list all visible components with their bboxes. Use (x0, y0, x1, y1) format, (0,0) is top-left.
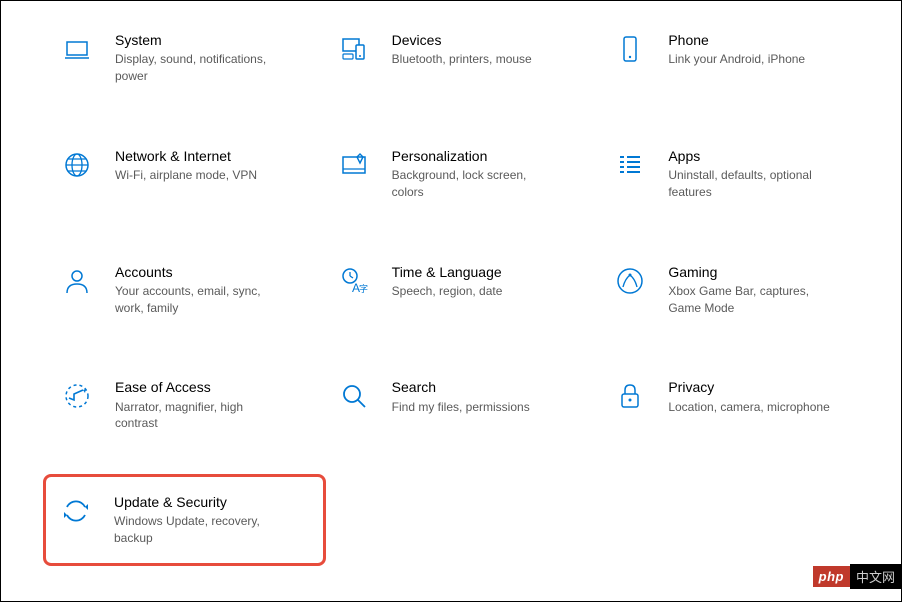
category-title: Apps (668, 147, 838, 165)
category-text: Network & Internet Wi-Fi, airplane mode, … (115, 147, 257, 184)
privacy-icon (612, 378, 648, 414)
ease-of-access-icon (59, 378, 95, 414)
category-text: Accounts Your accounts, email, sync, work… (115, 263, 285, 317)
category-title: Gaming (668, 263, 838, 281)
watermark-right: 中文网 (850, 564, 901, 589)
accounts-icon (59, 263, 95, 299)
category-title: Accounts (115, 263, 285, 281)
category-subtitle: Narrator, magnifier, high contrast (115, 399, 285, 433)
category-title: Personalization (392, 147, 562, 165)
category-text: System Display, sound, notifications, pow… (115, 31, 285, 85)
category-text: Gaming Xbox Game Bar, captures, Game Mode (668, 263, 838, 317)
settings-category-personalization[interactable]: Personalization Background, lock screen, … (332, 143, 591, 205)
category-subtitle: Link your Android, iPhone (668, 51, 805, 68)
category-title: System (115, 31, 285, 49)
category-text: Ease of Access Narrator, magnifier, high … (115, 378, 285, 432)
settings-category-network[interactable]: Network & Internet Wi-Fi, airplane mode, … (55, 143, 314, 205)
settings-category-privacy[interactable]: Privacy Location, camera, microphone (608, 374, 867, 436)
settings-category-accounts[interactable]: Accounts Your accounts, email, sync, work… (55, 259, 314, 321)
system-icon (59, 31, 95, 67)
personalization-icon (336, 147, 372, 183)
category-subtitle: Display, sound, notifications, power (115, 51, 285, 85)
category-subtitle: Wi-Fi, airplane mode, VPN (115, 167, 257, 184)
settings-category-gaming[interactable]: Gaming Xbox Game Bar, captures, Game Mode (608, 259, 867, 321)
category-subtitle: Background, lock screen, colors (392, 167, 562, 201)
watermark: php 中文网 (813, 564, 901, 589)
settings-category-apps[interactable]: Apps Uninstall, defaults, optional featur… (608, 143, 867, 205)
gaming-icon (612, 263, 648, 299)
settings-category-devices[interactable]: Devices Bluetooth, printers, mouse (332, 27, 591, 89)
category-text: Devices Bluetooth, printers, mouse (392, 31, 532, 68)
category-title: Time & Language (392, 263, 503, 281)
category-text: Personalization Background, lock screen, … (392, 147, 562, 201)
category-subtitle: Location, camera, microphone (668, 399, 829, 416)
category-title: Devices (392, 31, 532, 49)
time-language-icon (336, 263, 372, 299)
category-text: Phone Link your Android, iPhone (668, 31, 805, 68)
network-icon (59, 147, 95, 183)
devices-icon (336, 31, 372, 67)
category-text: Privacy Location, camera, microphone (668, 378, 829, 415)
category-title: Privacy (668, 378, 829, 396)
category-title: Ease of Access (115, 378, 285, 396)
category-subtitle: Speech, region, date (392, 283, 503, 300)
category-title: Network & Internet (115, 147, 257, 165)
category-text: Time & Language Speech, region, date (392, 263, 503, 300)
settings-category-time-language[interactable]: Time & Language Speech, region, date (332, 259, 591, 321)
category-title: Update & Security (114, 493, 284, 511)
settings-category-update-security[interactable]: Update & Security Windows Update, recover… (43, 474, 326, 566)
watermark-left: php (813, 566, 850, 587)
search-icon (336, 378, 372, 414)
category-subtitle: Bluetooth, printers, mouse (392, 51, 532, 68)
apps-icon (612, 147, 648, 183)
update-security-icon (58, 493, 94, 529)
phone-icon (612, 31, 648, 67)
category-text: Apps Uninstall, defaults, optional featur… (668, 147, 838, 201)
settings-categories-grid: System Display, sound, notifications, pow… (1, 1, 901, 576)
category-title: Phone (668, 31, 805, 49)
category-subtitle: Windows Update, recovery, backup (114, 513, 284, 547)
category-text: Search Find my files, permissions (392, 378, 530, 415)
settings-category-search[interactable]: Search Find my files, permissions (332, 374, 591, 436)
settings-category-ease-of-access[interactable]: Ease of Access Narrator, magnifier, high … (55, 374, 314, 436)
category-subtitle: Your accounts, email, sync, work, family (115, 283, 285, 317)
category-subtitle: Find my files, permissions (392, 399, 530, 416)
settings-category-system[interactable]: System Display, sound, notifications, pow… (55, 27, 314, 89)
category-text: Update & Security Windows Update, recover… (114, 493, 284, 547)
settings-category-phone[interactable]: Phone Link your Android, iPhone (608, 27, 867, 89)
category-title: Search (392, 378, 530, 396)
category-subtitle: Uninstall, defaults, optional features (668, 167, 838, 201)
category-subtitle: Xbox Game Bar, captures, Game Mode (668, 283, 838, 317)
